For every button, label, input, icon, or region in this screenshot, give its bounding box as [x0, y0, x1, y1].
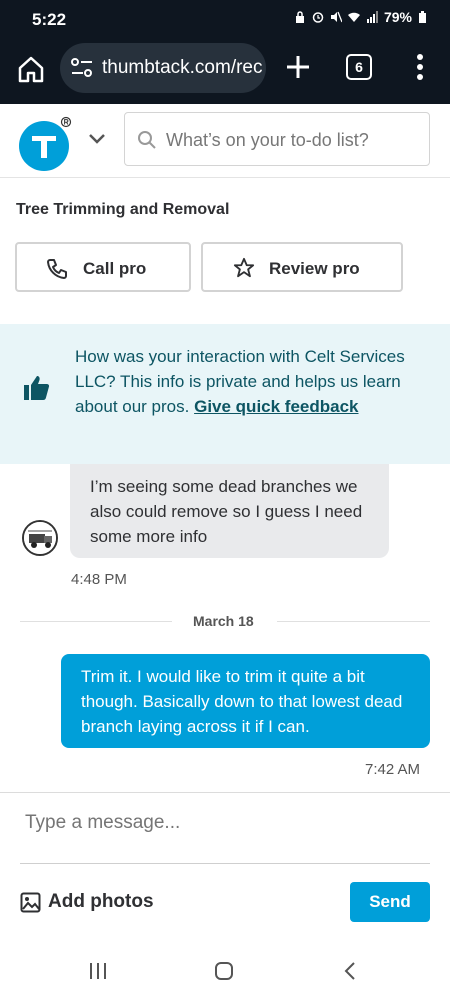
- tab-switcher-button[interactable]: 6: [346, 54, 372, 80]
- message-timestamp: 4:48 PM: [71, 571, 127, 588]
- date-divider-right: [277, 621, 430, 622]
- pro-avatar[interactable]: [22, 520, 58, 556]
- incoming-message-bubble: I’m seeing some dead branches we also co…: [70, 464, 389, 558]
- search-icon: [138, 131, 156, 149]
- status-bar: 5:22 79%: [0, 0, 450, 40]
- status-time: 5:22: [32, 10, 67, 29]
- composer-divider: [0, 792, 450, 793]
- signal-icon: [366, 11, 378, 23]
- image-icon: [20, 892, 41, 913]
- thumbs-up-icon: [24, 376, 50, 401]
- more-options-icon[interactable]: [410, 52, 430, 82]
- message-input-underline: [20, 863, 430, 864]
- address-bar[interactable]: thumbtack.com/rec: [60, 43, 266, 93]
- call-pro-label: Call pro: [83, 259, 147, 278]
- alarm-icon: [312, 12, 324, 23]
- site-header: What’s on your to-do list?: [0, 104, 450, 178]
- site-settings-icon[interactable]: [70, 57, 94, 79]
- truck-logo-icon: [24, 522, 56, 554]
- home-icon[interactable]: [14, 52, 48, 86]
- lock-icon: [295, 11, 304, 23]
- new-tab-icon[interactable]: [283, 52, 313, 82]
- review-pro-button[interactable]: Review pro: [201, 242, 403, 292]
- wifi-icon: [347, 12, 360, 22]
- outgoing-message-bubble: Trim it. I would like to trim it quite a…: [61, 654, 430, 748]
- job-title: Tree Trimming and Removal: [16, 201, 230, 218]
- status-icons: 79%: [294, 9, 430, 25]
- back-icon[interactable]: [342, 961, 358, 981]
- message-input[interactable]: [25, 812, 425, 834]
- search-box[interactable]: What’s on your to-do list?: [124, 112, 430, 166]
- system-nav-bar: [0, 945, 450, 1000]
- feedback-text: How was your interaction with Celt Servi…: [75, 347, 405, 416]
- search-input[interactable]: What’s on your to-do list?: [166, 130, 369, 151]
- url-text[interactable]: thumbtack.com/rec: [102, 57, 262, 79]
- feedback-banner: How was your interaction with Celt Servi…: [0, 324, 450, 464]
- add-photos-label: Add photos: [48, 891, 154, 912]
- date-separator: March 18: [193, 613, 254, 629]
- message-timestamp: 7:42 AM: [365, 761, 421, 778]
- battery-icon: [419, 11, 426, 23]
- thumbtack-logo-icon[interactable]: [18, 116, 72, 172]
- date-divider-left: [20, 621, 172, 622]
- review-pro-label: Review pro: [269, 259, 360, 278]
- chevron-down-icon[interactable]: [88, 132, 106, 146]
- send-button[interactable]: Send: [350, 882, 430, 922]
- call-pro-button[interactable]: Call pro: [15, 242, 191, 292]
- give-feedback-link[interactable]: Give quick feedback: [194, 397, 358, 416]
- battery-percent: 79%: [383, 9, 412, 25]
- star-icon: [233, 257, 255, 278]
- home-nav-icon[interactable]: [214, 961, 234, 981]
- recents-icon[interactable]: [88, 961, 108, 981]
- phone-icon: [47, 259, 67, 279]
- browser-toolbar: thumbtack.com/rec 6: [0, 40, 450, 104]
- mute-icon: [330, 11, 342, 23]
